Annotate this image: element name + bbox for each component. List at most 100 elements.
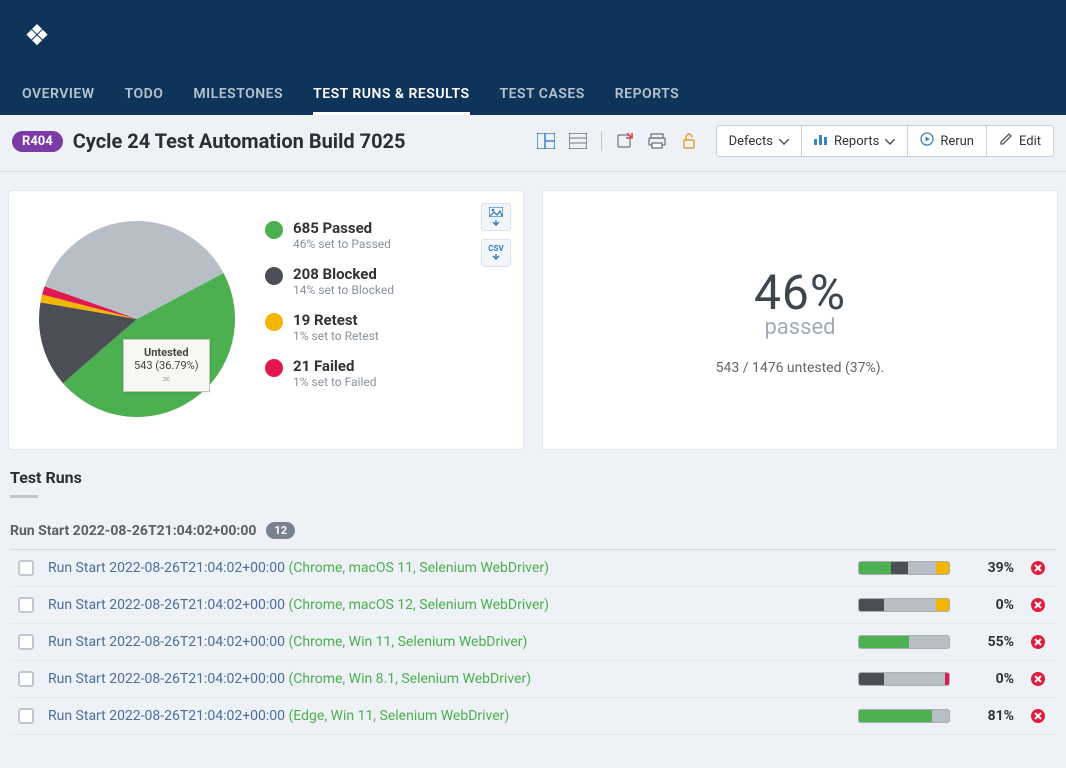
run-link[interactable]: Run Start 2022-08-26T21:04:02+00:00 [48,560,289,576]
delete-run-button[interactable] [1028,634,1048,650]
progress-segment [909,636,950,648]
run-checkbox[interactable] [18,634,34,650]
pie-chart: Untested 543 (36.79%) ≍ [27,209,247,429]
legend-subtitle: 14% set to Blocked [293,283,394,297]
pie-tooltip: Untested 543 (36.79%) ≍ [123,339,210,392]
nav-tab-milestones[interactable]: MILESTONES [193,76,283,115]
run-id-badge: R404 [12,131,63,152]
page-title: Cycle 24 Test Automation Build 7025 [73,129,406,153]
legend-item-blocked: 208 Blocked 14% set to Blocked [265,265,394,297]
defects-button[interactable]: Defects [716,125,802,157]
rerun-button[interactable]: Rerun [907,125,987,157]
delete-run-button[interactable] [1028,560,1048,576]
legend-dot [265,313,283,331]
bar-chart-icon [814,133,828,149]
section-title: Test Runs [10,468,1056,491]
legend-title: 685 Passed [293,219,391,237]
nav-tab-reports[interactable]: REPORTS [615,76,679,115]
nav-tab-test-cases[interactable]: TEST CASES [500,76,585,115]
progress-segment [932,710,949,722]
legend-title: 19 Retest [293,311,379,329]
rerun-label: Rerun [940,134,974,149]
download-arrow-icon [492,219,500,228]
play-circle-icon [920,132,934,150]
passed-percent: 46% [754,264,846,321]
legend-subtitle: 1% set to Retest [293,329,379,343]
run-row: Run Start 2022-08-26T21:04:02+00:00 (Chr… [10,550,1056,587]
reports-button[interactable]: Reports [801,125,908,157]
print-icon[interactable] [644,128,670,154]
progress-segment [859,562,891,574]
reports-label: Reports [834,134,879,149]
legend-dot [265,359,283,377]
run-link[interactable]: Run Start 2022-08-26T21:04:02+00:00 [48,671,289,687]
run-percent: 0% [964,597,1014,613]
run-checkbox[interactable] [18,671,34,687]
export-icon[interactable] [612,128,638,154]
run-percent: 39% [964,560,1014,576]
separator [601,131,602,151]
tooltip-value: 543 (36.79%) [134,359,199,372]
pie-card: Untested 543 (36.79%) ≍ 685 Passed 46% s… [8,190,524,450]
edit-label: Edit [1019,134,1041,149]
delete-run-button[interactable] [1028,671,1048,687]
delete-run-button[interactable] [1028,708,1048,724]
run-row: Run Start 2022-08-26T21:04:02+00:00 (Edg… [10,698,1056,735]
run-group-header: Run Start 2022-08-26T21:04:02+00:00 12 [10,512,1056,550]
run-link[interactable]: Run Start 2022-08-26T21:04:02+00:00 [48,708,289,724]
download-csv-button[interactable]: CSV [481,239,511,267]
run-link[interactable]: Run Start 2022-08-26T21:04:02+00:00 [48,634,289,650]
csv-label: CSV [488,244,503,253]
run-percent: 55% [964,634,1014,650]
run-link[interactable]: Run Start 2022-08-26T21:04:02+00:00 [48,597,289,613]
legend-title: 21 Failed [293,357,377,375]
run-progress-bar [858,672,950,686]
legend-title: 208 Blocked [293,265,394,283]
progress-segment [945,673,949,685]
download-image-button[interactable] [481,203,511,231]
progress-segment [859,673,884,685]
legend-subtitle: 1% set to Failed [293,375,377,389]
run-name: Run Start 2022-08-26T21:04:02+00:00 (Chr… [48,634,844,650]
run-checkbox[interactable] [18,597,34,613]
nav-tab-overview[interactable]: OVERVIEW [22,76,95,115]
progress-segment [891,562,907,574]
run-checkbox[interactable] [18,560,34,576]
defects-label: Defects [729,134,773,149]
run-name: Run Start 2022-08-26T21:04:02+00:00 (Chr… [48,597,844,613]
nav-tab-todo[interactable]: TODO [125,76,164,115]
run-progress-bar [858,709,950,723]
run-name: Run Start 2022-08-26T21:04:02+00:00 (Chr… [48,671,844,687]
run-list: Run Start 2022-08-26T21:04:02+00:00 (Chr… [10,550,1056,735]
run-details: (Chrome, macOS 11, Selenium WebDriver) [289,560,549,576]
run-details: (Edge, Win 11, Selenium WebDriver) [289,708,510,724]
chevron-down-icon [885,134,895,149]
edit-button[interactable]: Edit [986,125,1054,157]
delete-run-button[interactable] [1028,597,1048,613]
lock-icon[interactable] [676,128,702,154]
progress-segment [936,599,949,611]
run-row: Run Start 2022-08-26T21:04:02+00:00 (Chr… [10,587,1056,624]
progress-segment [859,599,884,611]
app-logo-icon [22,21,52,55]
pencil-icon [999,132,1013,150]
run-checkbox[interactable] [18,708,34,724]
run-progress-bar [858,561,950,575]
run-details: (Chrome, macOS 12, Selenium WebDriver) [289,597,549,613]
nav-tab-test-runs-results[interactable]: TEST RUNS & RESULTS [313,76,469,115]
group-title: Run Start 2022-08-26T21:04:02+00:00 [10,523,256,539]
tooltip-collapse-icon: ≍ [134,374,199,385]
run-progress-bar [858,635,950,649]
view-details-icon[interactable] [533,128,559,154]
legend-dot [265,267,283,285]
progress-segment [884,599,936,611]
run-name: Run Start 2022-08-26T21:04:02+00:00 (Edg… [48,708,844,724]
download-arrow-icon [492,253,500,262]
passed-label: passed [764,315,835,340]
run-name: Run Start 2022-08-26T21:04:02+00:00 (Chr… [48,560,844,576]
run-percent: 0% [964,671,1014,687]
test-runs-section: Test Runs Run Start 2022-08-26T21:04:02+… [0,462,1066,735]
legend-item-passed: 685 Passed 46% set to Passed [265,219,394,251]
view-list-icon[interactable] [565,128,591,154]
run-row: Run Start 2022-08-26T21:04:02+00:00 (Chr… [10,661,1056,698]
